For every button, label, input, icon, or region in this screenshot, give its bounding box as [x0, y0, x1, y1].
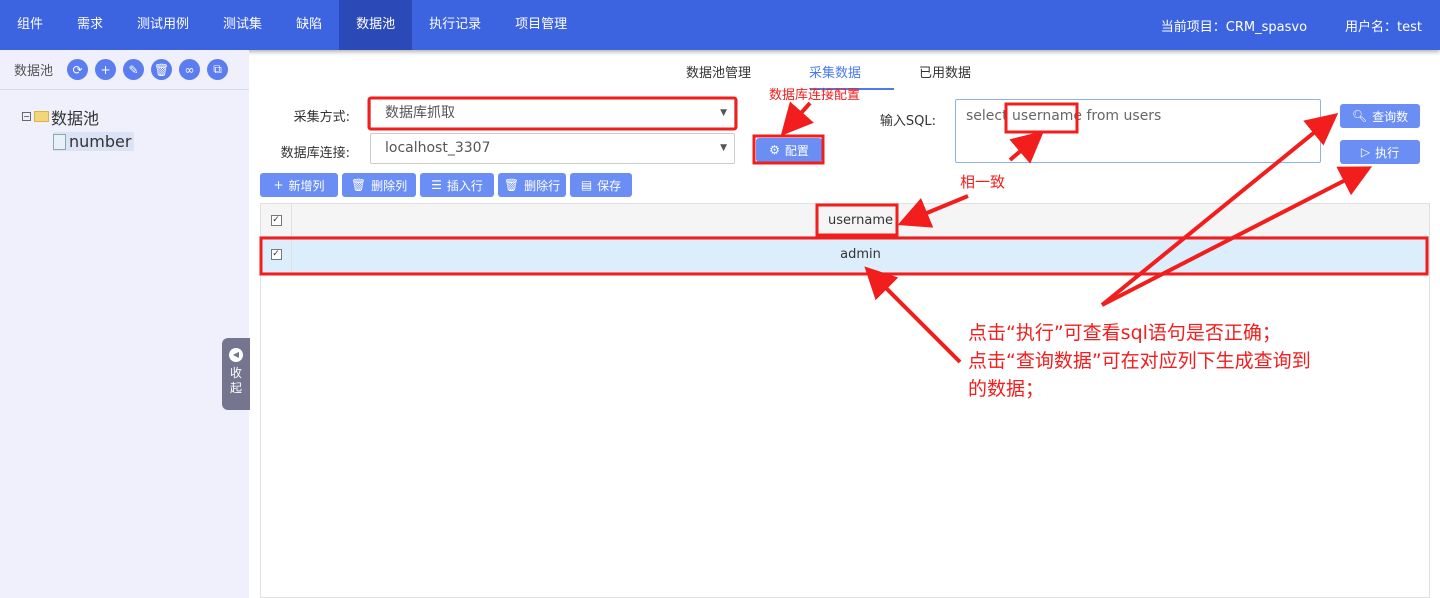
note-line-3: 的数据； [968, 378, 1045, 400]
save-label: 保存 [597, 178, 622, 193]
tab-collect-data[interactable]: 采集数据 [809, 62, 861, 81]
query-data-button[interactable]: 🔍︎ 查询数 [1340, 104, 1420, 128]
caret-left-icon: ◀ [229, 348, 243, 362]
dropdown-caret-icon: ▼ [720, 108, 727, 118]
nav-data-pool[interactable]: 数据池 [339, 0, 413, 50]
edit-icon[interactable]: ✎ [123, 59, 145, 80]
db-label: 数据库连接: [280, 146, 350, 161]
tree-root[interactable]: − 数据池 [22, 104, 249, 129]
trash-icon: 🗑 [503, 178, 520, 192]
delete-row-label: 删除行 [524, 178, 561, 193]
username-label: 用户名：test [1345, 19, 1422, 35]
plus-icon: + [273, 178, 284, 192]
arrow [780, 101, 814, 136]
query-label: 查询数 [1372, 109, 1409, 124]
cell-username[interactable]: admin [292, 237, 1429, 272]
sidebar: 数据池 ⟳ + ✎ 🗑 ∞ ⧉ − 数据池 number [0, 50, 249, 598]
nav-defects[interactable]: 缺陷 [279, 0, 339, 50]
link-icon[interactable]: ∞ [179, 59, 201, 80]
nav-test-sets[interactable]: 测试集 [206, 0, 279, 50]
select-all-checkbox[interactable]: ✓ [270, 214, 282, 226]
db-select[interactable]: localhost_3307 ▼ [370, 133, 735, 164]
annotation-config: 数据库连接配置 [769, 88, 861, 103]
grid-header: ✓ username [261, 204, 1429, 237]
execute-button[interactable]: ▷ 执行 [1340, 140, 1420, 164]
insert-row-icon: ☰ [431, 178, 442, 192]
nav-project-mgmt[interactable]: 项目管理 [498, 0, 584, 50]
gear-icon: ⚙ [769, 143, 780, 157]
save-icon: ▤ [580, 178, 593, 192]
tab-data-pool-mgmt[interactable]: 数据池管理 [686, 62, 751, 81]
search-icon: 🔍︎ [1351, 109, 1368, 123]
dropdown-caret-icon: ▼ [720, 143, 727, 153]
current-project: 当前项目：CRM_spasvo [1160, 19, 1308, 35]
note-line-2: 点击“查询数据”可在对应列下生成查询到 [968, 350, 1311, 372]
add-column-label: 新增列 [288, 178, 325, 193]
trash-icon: 🗑 [350, 178, 367, 192]
method-value: 数据库抓取 [385, 105, 455, 121]
annotation-consistent: 相一致 [960, 173, 1006, 191]
sql-label: 输入SQL: [879, 114, 936, 129]
annotation-note: 点击“执行”可查看sql语句是否正确； 点击“查询数据”可在对应列下生成查询到 … [968, 319, 1311, 403]
play-icon: ▷ [1360, 145, 1371, 159]
tree-root-label: 数据池 [51, 108, 100, 128]
copy-icon[interactable]: ⧉ [207, 59, 229, 80]
plus-icon[interactable]: + [95, 59, 117, 80]
trash-icon[interactable]: 🗑 [151, 59, 173, 80]
note-line-1: 点击“执行”可查看sql语句是否正确； [968, 322, 1281, 344]
sidebar-title: 数据池 [14, 64, 54, 79]
config-button[interactable]: ⚙ 配置 [756, 138, 822, 162]
tree-leaf[interactable]: number [22, 129, 249, 154]
delete-column-button[interactable]: 🗑 删除列 [342, 173, 416, 197]
method-select[interactable]: 数据库抓取 ▼ [370, 98, 735, 129]
nav-requirements[interactable]: 需求 [60, 0, 120, 50]
table-row[interactable]: ✓ admin [261, 237, 1429, 273]
collapse-sidebar-button[interactable]: ◀ 收起 [222, 338, 250, 410]
tab-used-data[interactable]: 已用数据 [919, 62, 971, 81]
folder-icon [34, 111, 49, 122]
top-nav: 组件 需求 测试用例 测试集 缺陷 数据池 执行记录 项目管理 当前项目：CRM… [0, 0, 1440, 50]
nav-components[interactable]: 组件 [0, 0, 60, 50]
add-column-button[interactable]: + 新增列 [260, 173, 338, 197]
method-label: 采集方式: [293, 110, 350, 125]
delete-column-label: 删除列 [371, 178, 408, 193]
db-value: localhost_3307 [385, 140, 491, 156]
refresh-icon[interactable]: ⟳ [67, 59, 89, 80]
nav-test-cases[interactable]: 测试用例 [120, 0, 206, 50]
row-checkbox[interactable]: ✓ [270, 249, 282, 260]
tree: − 数据池 number [0, 90, 249, 154]
sql-input[interactable]: select username from users [955, 99, 1321, 163]
config-label: 配置 [784, 143, 809, 158]
insert-row-button[interactable]: ☰ 插入行 [420, 173, 494, 197]
nav-exec-records[interactable]: 执行记录 [412, 0, 498, 50]
file-icon [53, 133, 66, 150]
collapse-node-icon[interactable]: − [22, 112, 31, 121]
execute-label: 执行 [1375, 145, 1400, 160]
delete-row-button[interactable]: 🗑 删除行 [498, 173, 566, 197]
save-button[interactable]: ▤ 保存 [570, 173, 632, 197]
tree-leaf-label: number [69, 132, 132, 151]
column-header-username[interactable]: username [292, 204, 1429, 236]
insert-row-label: 插入行 [446, 178, 483, 193]
collapse-label: 收起 [230, 366, 243, 395]
